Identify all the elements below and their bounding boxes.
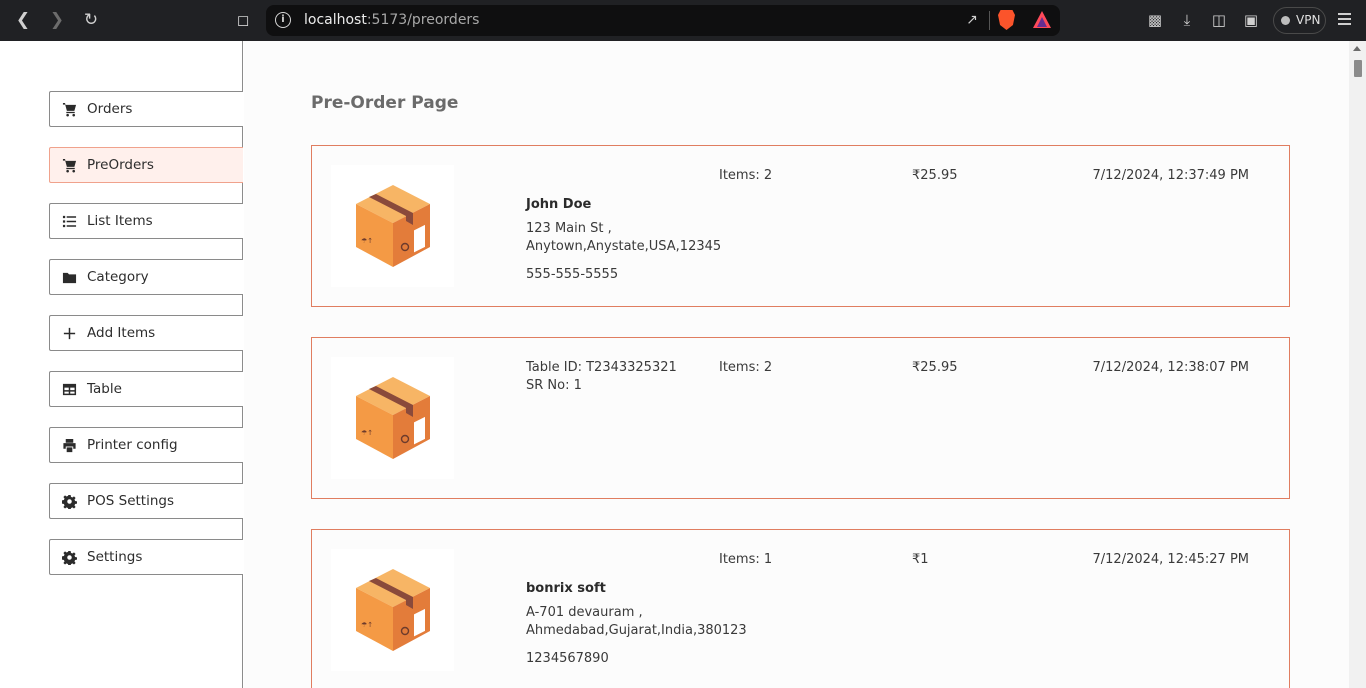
vpn-button[interactable]: VPN	[1273, 7, 1326, 34]
download-icon[interactable]: ⤓	[1177, 10, 1197, 30]
menu-icon[interactable]	[1338, 13, 1351, 25]
sidebar-item-settings[interactable]: Settings	[49, 539, 243, 575]
scrollbar-thumb[interactable]	[1354, 60, 1362, 77]
order-items-count: Items: 1	[719, 552, 773, 567]
sidebar-item-label: POS Settings	[87, 493, 174, 509]
sr-number: SR No: 1	[526, 378, 582, 393]
order-price: ₹25.95	[912, 360, 958, 375]
sidebar-item-label: Settings	[87, 549, 143, 565]
sidebar-item-label: Table	[87, 381, 122, 397]
customer-phone: 555-555-5555	[526, 267, 619, 282]
sidebar: Orders PreOrders List Items Category Add…	[0, 41, 243, 688]
sidebar-item-table[interactable]: Table	[49, 371, 243, 407]
sidebar-item-preorders[interactable]: PreOrders	[49, 147, 243, 183]
customer-address-line2: Ahmedabad,Gujarat,India,380123	[526, 623, 747, 638]
brave-shields-icon[interactable]	[998, 10, 1015, 30]
address-bar[interactable]: i localhost:5173/preorders ↗	[266, 5, 1060, 36]
sidebar-item-printer-config[interactable]: Printer config	[49, 427, 243, 463]
reload-icon[interactable]: ↻	[78, 8, 104, 32]
site-info-icon[interactable]: i	[275, 12, 291, 28]
table-id: Table ID: T2343325321	[526, 360, 677, 375]
customer-phone: 1234567890	[526, 651, 609, 666]
sidebar-item-label: Printer config	[87, 437, 178, 453]
customer-address-line1: 123 Main St ,	[526, 221, 612, 236]
plus-icon	[61, 325, 77, 341]
package-box-icon: ☂↑	[355, 185, 430, 267]
customer-address-line2: Anytown,Anystate,USA,12345	[526, 239, 722, 254]
bookmark-icon[interactable]: ◻	[230, 8, 256, 32]
svg-text:☂↑: ☂↑	[361, 429, 373, 437]
order-card[interactable]: ☂↑ John Doe 123 Main St , Anytown,Anysta…	[311, 145, 1290, 307]
table-icon	[61, 381, 77, 397]
order-card[interactable]: ☂↑ Table ID: T2343325321 SR No: 1 Items:…	[311, 337, 1290, 499]
brave-rewards-icon[interactable]	[1033, 11, 1051, 28]
list-icon	[61, 213, 77, 229]
gear-icon	[61, 549, 77, 565]
customer-name: bonrix soft	[526, 581, 606, 596]
forward-icon[interactable]: ❯	[44, 8, 70, 32]
order-price: ₹1	[912, 552, 929, 567]
order-items-count: Items: 2	[719, 360, 773, 375]
page-title: Pre-Order Page	[311, 93, 459, 113]
cart-icon	[61, 157, 77, 173]
customer-name: John Doe	[526, 197, 592, 212]
sidebar-item-add-items[interactable]: Add Items	[49, 315, 243, 351]
wallet-icon[interactable]: ▣	[1241, 10, 1261, 30]
order-items-count: Items: 2	[719, 168, 773, 183]
share-icon[interactable]: ↗	[963, 11, 981, 29]
package-box-icon: ☂↑	[355, 569, 430, 651]
order-date: 7/12/2024, 12:37:49 PM	[1092, 168, 1250, 183]
order-image: ☂↑	[331, 357, 454, 479]
svg-text:☂↑: ☂↑	[361, 237, 373, 245]
sidebar-item-orders[interactable]: Orders	[49, 91, 243, 127]
sidebar-item-label: Add Items	[87, 325, 156, 341]
back-icon[interactable]: ❮	[10, 8, 36, 32]
sidebar-item-category[interactable]: Category	[49, 259, 243, 295]
order-image: ☂↑	[331, 165, 454, 287]
sidebar-item-list-items[interactable]: List Items	[49, 203, 243, 239]
order-date: 7/12/2024, 12:38:07 PM	[1092, 360, 1250, 375]
order-card[interactable]: ☂↑ bonrix soft A-701 devauram , Ahmedaba…	[311, 529, 1290, 688]
sidebar-item-label: Orders	[87, 101, 133, 117]
sidebar-item-label: PreOrders	[87, 157, 154, 173]
folder-icon	[61, 269, 77, 285]
sidebar-toggle-icon[interactable]: ◫	[1209, 10, 1229, 30]
browser-toolbar: ❮ ❯ ↻ ◻ i localhost:5173/preorders ↗ ▩ ⤓…	[0, 0, 1366, 41]
extensions-icon[interactable]: ▩	[1145, 10, 1165, 30]
url-text[interactable]: localhost:5173/preorders	[304, 12, 479, 28]
vpn-status-icon	[1281, 16, 1290, 25]
package-box-icon: ☂↑	[355, 377, 430, 459]
sidebar-item-label: List Items	[87, 213, 153, 229]
gear-icon	[61, 493, 77, 509]
divider	[989, 11, 990, 30]
sidebar-item-pos-settings[interactable]: POS Settings	[49, 483, 243, 519]
order-image: ☂↑	[331, 549, 454, 671]
printer-icon	[61, 437, 77, 453]
main-content: Pre-Order Page ☂↑ John Doe 123 Main St ,…	[244, 41, 1349, 688]
cart-icon	[61, 101, 77, 117]
order-date: 7/12/2024, 12:45:27 PM	[1092, 552, 1250, 567]
vertical-scrollbar[interactable]	[1349, 41, 1366, 688]
scroll-up-icon[interactable]	[1353, 46, 1361, 51]
order-price: ₹25.95	[912, 168, 958, 183]
customer-address-line1: A-701 devauram ,	[526, 605, 643, 620]
svg-text:☂↑: ☂↑	[361, 621, 373, 629]
sidebar-item-label: Category	[87, 269, 149, 285]
